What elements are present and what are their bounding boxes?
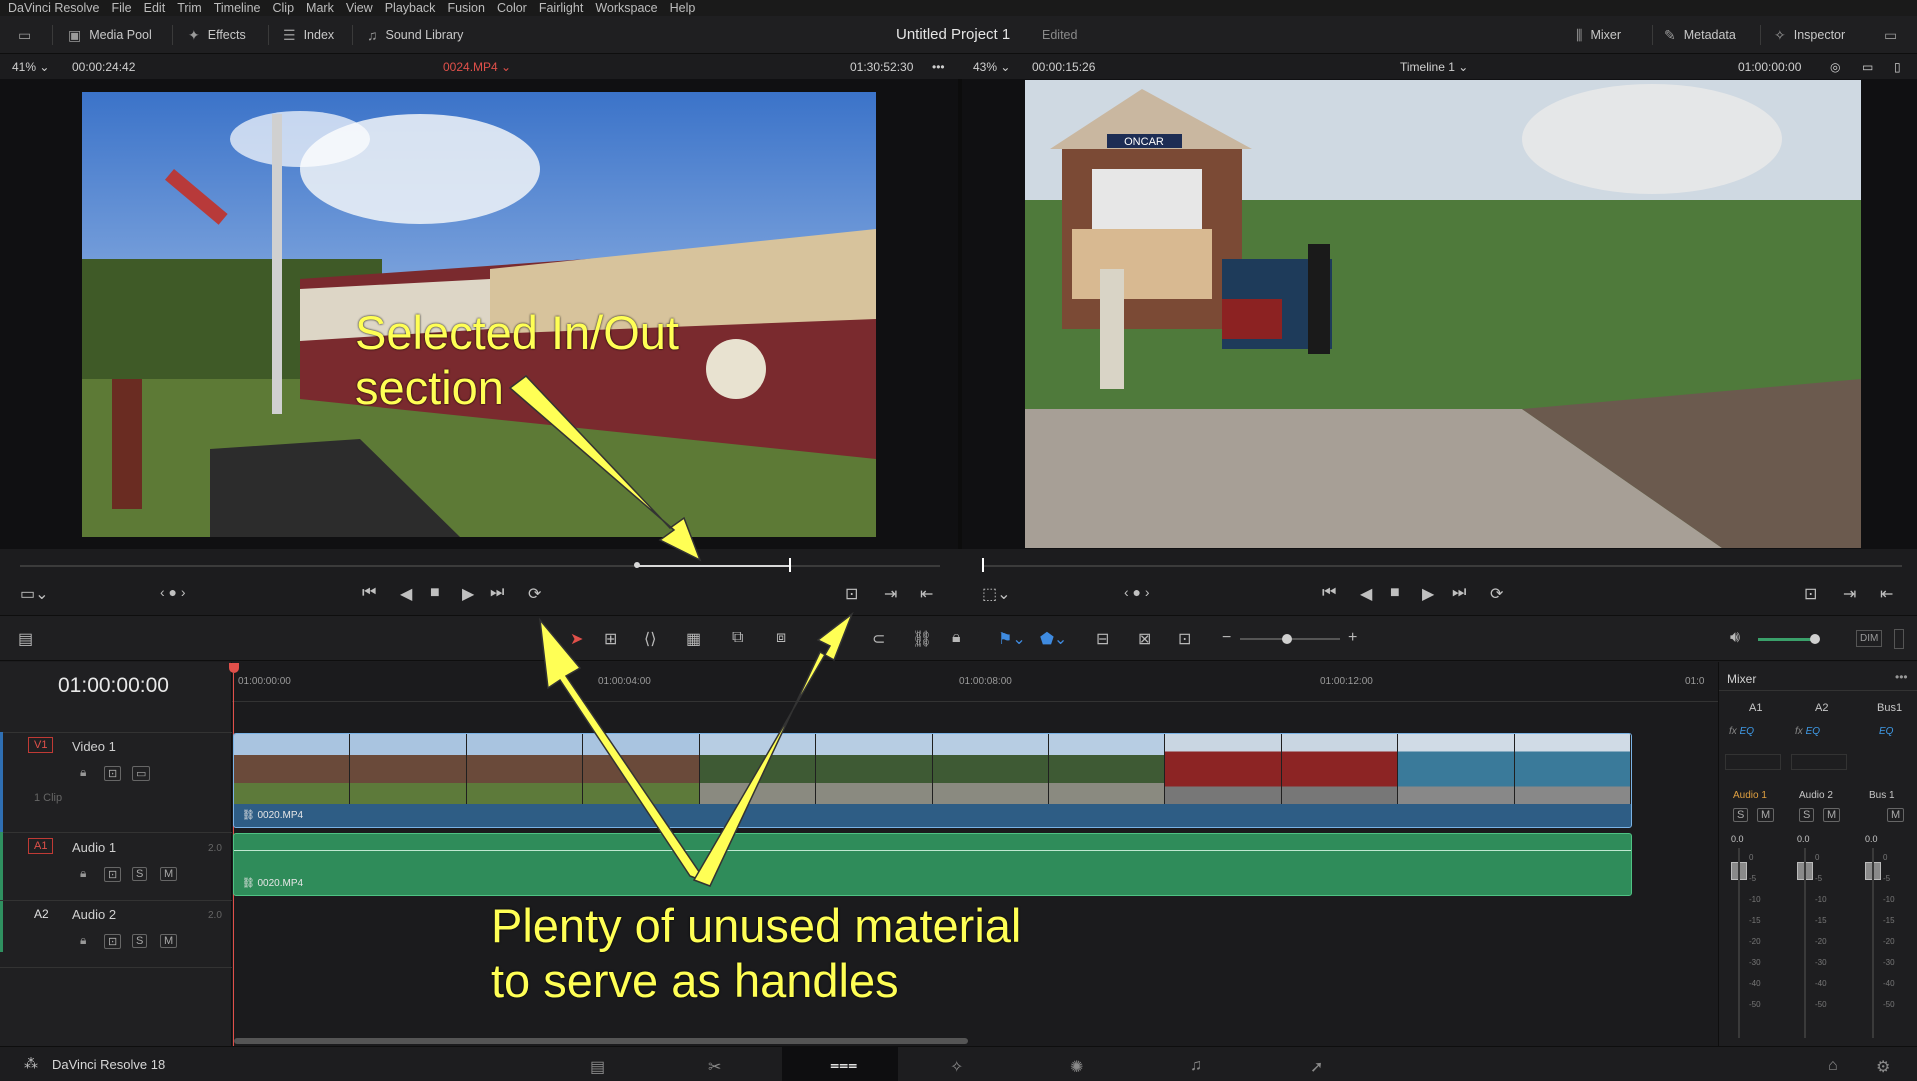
arrow-in-out-icon [508,374,702,562]
fusion-page-icon[interactable]: ✧ [950,1057,963,1077]
resolve-logo-icon: ⁂ [24,1055,38,1071]
settings-gear-icon[interactable]: ⚙ [1876,1057,1890,1077]
color-page-icon[interactable]: ✺ [1070,1057,1083,1077]
fairlight-page-icon[interactable]: ♫ [1190,1057,1202,1075]
home-icon[interactable]: ⌂ [1828,1057,1838,1075]
arrow-left-handle-icon [538,617,708,884]
edit-page-icon: ⩶ [830,1057,858,1074]
cut-page-icon[interactable]: ✂ [708,1057,721,1077]
media-page-icon[interactable]: ▤ [590,1057,605,1077]
edit-page-tab[interactable]: ⩶ [782,1047,898,1081]
arrow-right-handle-icon [692,611,854,887]
status-bar: ⁂ DaVinci Resolve 18 ▤ ✂ ⩶ ✧ ✺ ♫ ➚ ⌂ ⚙ [0,1046,1917,1081]
app-version: DaVinci Resolve 18 [52,1057,166,1072]
annotation-arrows [508,374,854,887]
deliver-page-icon[interactable]: ➚ [1310,1057,1323,1077]
